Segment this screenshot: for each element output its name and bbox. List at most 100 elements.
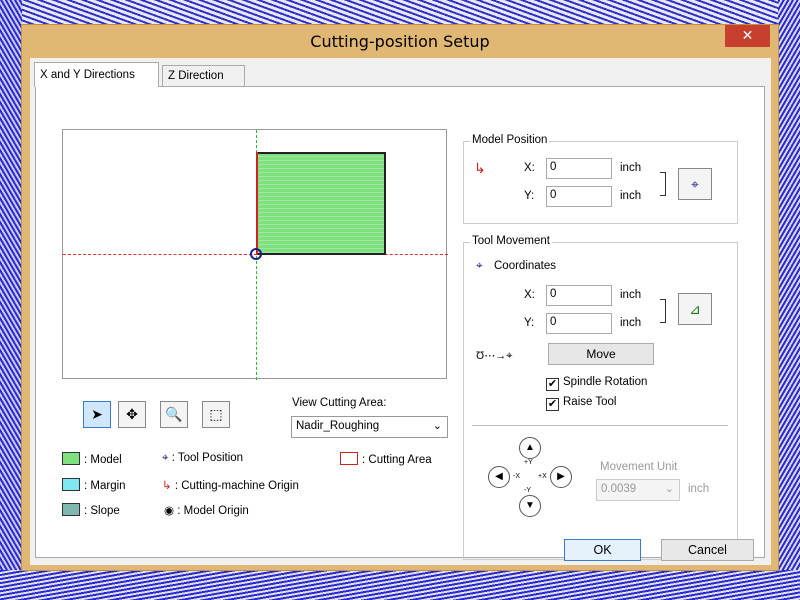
margin-swatch: [62, 478, 80, 491]
tool-y-label: Y:: [524, 317, 535, 329]
dpad-right-label: +X: [538, 473, 547, 480]
legend-margin: : Margin: [62, 478, 126, 492]
tool-movement-group: Tool Movement ⌖ Coordinates X: 0 inch Y:…: [463, 235, 738, 560]
arrow-left-icon: ◀: [495, 471, 503, 482]
view-cutting-area-label: View Cutting Area:: [292, 397, 387, 409]
fit-view-icon: ⬚: [209, 406, 223, 422]
set-model-position-button[interactable]: ⌖: [678, 168, 712, 200]
legend-machine-origin: ↳ : Cutting-machine Origin: [162, 478, 299, 492]
zoom-icon: 🔍: [165, 406, 183, 422]
legend-margin-label: : Margin: [84, 480, 126, 492]
spindle-rotation-check: ✔: [546, 378, 559, 391]
desktop-background-bottom: [0, 570, 800, 600]
cursor-arrow-icon: ➤: [91, 406, 103, 422]
move-button[interactable]: Move: [548, 343, 654, 365]
tool-position-icon: ⌖: [162, 452, 169, 464]
dpad-up-label: +Y: [524, 459, 533, 466]
legend-tool-position: ⌖ : Tool Position: [162, 452, 243, 465]
model-position-title: Model Position: [470, 134, 550, 146]
tool-y-input[interactable]: 0: [546, 313, 612, 334]
desktop-background-right: [778, 0, 800, 600]
cancel-button[interactable]: Cancel: [661, 539, 754, 561]
model-swatch: [62, 452, 80, 465]
tool-y-unit: inch: [620, 317, 642, 329]
move-right-button[interactable]: ▶: [550, 466, 572, 488]
model-y-label: Y:: [524, 190, 535, 202]
model-position-icon: ↳: [474, 160, 486, 176]
model-y-input[interactable]: 0: [546, 186, 612, 207]
legend-slope: : Slope: [62, 503, 120, 517]
movement-unit-suffix: inch: [688, 483, 710, 495]
model-x-input[interactable]: 0: [546, 158, 612, 179]
tab-z-direction[interactable]: Z Direction: [162, 65, 245, 87]
model-bracket: [660, 172, 666, 196]
pick-tool-position-button[interactable]: ⊿: [678, 293, 712, 325]
raise-tool-checkbox[interactable]: ✔ Raise Tool: [546, 396, 617, 411]
tool-move-icon: Ʊ⋯→⌖: [476, 350, 513, 362]
model-y-unit: inch: [620, 190, 642, 202]
tool-x-input[interactable]: 0: [546, 285, 612, 306]
slope-swatch: [62, 503, 80, 516]
legend-cutting-area: : Cutting Area: [340, 452, 432, 466]
spindle-rotation-label: Spindle Rotation: [563, 376, 648, 388]
movement-unit-label: Movement Unit: [600, 461, 678, 473]
tool-x-label: X:: [524, 289, 535, 301]
legend-machine-origin-label: : Cutting-machine Origin: [174, 480, 299, 492]
arrow-right-icon: ▶: [557, 471, 565, 482]
ok-button[interactable]: OK: [564, 539, 641, 561]
fit-view-button[interactable]: ⬚: [202, 401, 230, 428]
dialog-client-area: X and Y Directions Z Direction ➤ ✥ 🔍 ⬚ V…: [30, 58, 771, 565]
move-left-button[interactable]: ◀: [488, 466, 510, 488]
pick-position-icon: ⊿: [689, 301, 701, 317]
raise-tool-check: ✔: [546, 398, 559, 411]
model-origin-icon: ◉: [164, 505, 175, 517]
chevron-down-icon: ⌄: [664, 483, 674, 495]
model-x-label: X:: [524, 162, 535, 174]
cutting-area-select[interactable]: Nadir_Roughing ⌄: [291, 416, 448, 438]
coordinates-icon: ⌖: [476, 258, 483, 272]
direction-pad: ▲ ▼ ◀ ▶ +Y -Y -X +X: [486, 437, 574, 517]
chevron-down-icon: ⌄: [432, 420, 442, 432]
dpad-left-label: -X: [513, 473, 520, 480]
title-bar[interactable]: Cutting-position Setup ✕: [22, 25, 778, 58]
cutting-preview-canvas[interactable]: [62, 129, 448, 380]
dpad-down-label: -Y: [524, 487, 531, 494]
spindle-rotation-checkbox[interactable]: ✔ Spindle Rotation: [546, 376, 647, 391]
tab-panel-xy: ➤ ✥ 🔍 ⬚ View Cutting Area: Nadir_Roughin…: [35, 86, 765, 560]
pan-tool-button[interactable]: ✥: [118, 401, 146, 428]
zoom-tool-button[interactable]: 🔍: [160, 401, 188, 428]
select-tool-button[interactable]: ➤: [83, 401, 111, 428]
desktop-background-top: [0, 0, 800, 24]
tab-x-and-y-directions[interactable]: X and Y Directions: [34, 62, 159, 87]
legend-model-origin: ◉ : Model Origin: [164, 503, 249, 517]
move-icon: ✥: [126, 406, 138, 422]
legend-model-origin-label: : Model Origin: [177, 505, 249, 517]
tool-position-marker: [250, 248, 262, 260]
cutting-area-swatch: [340, 452, 358, 465]
close-button[interactable]: ✕: [725, 25, 770, 47]
raise-tool-label: Raise Tool: [563, 396, 617, 408]
coordinates-label: Coordinates: [494, 260, 557, 272]
legend-tool-position-label: : Tool Position: [171, 452, 244, 464]
move-down-button[interactable]: ▼: [519, 495, 541, 517]
cutting-position-setup-dialog: Cutting-position Setup ✕ X and Y Directi…: [21, 24, 779, 571]
window-title: Cutting-position Setup: [310, 32, 490, 51]
movement-unit-value: 0.0039: [601, 483, 637, 495]
movement-unit-select[interactable]: 0.0039 ⌄: [596, 479, 680, 501]
cutting-area-select-value: Nadir_Roughing: [296, 420, 380, 432]
arrow-down-icon: ▼: [525, 500, 535, 511]
legend-model-label: : Model: [84, 454, 122, 466]
model-shape: [256, 152, 386, 255]
legend-slope-label: : Slope: [84, 505, 120, 517]
legend-cutting-area-label: : Cutting Area: [362, 454, 432, 466]
tool-x-unit: inch: [620, 289, 642, 301]
tool-bracket: [660, 299, 666, 323]
cutting-area-outline: [256, 152, 258, 255]
move-up-button[interactable]: ▲: [519, 437, 541, 459]
movement-divider: [472, 425, 728, 426]
set-origin-icon: ⌖: [691, 176, 699, 192]
model-x-unit: inch: [620, 162, 642, 174]
model-position-group: Model Position ↳ X: 0 inch Y: 0 inch ⌖: [463, 134, 738, 224]
desktop-background-left: [0, 0, 22, 600]
legend-model: : Model: [62, 452, 122, 466]
